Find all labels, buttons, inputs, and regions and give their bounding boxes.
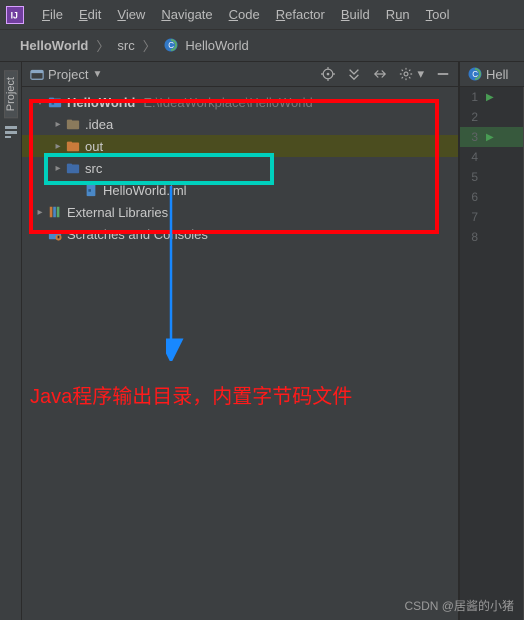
source-folder-icon — [66, 161, 80, 175]
gear-icon[interactable] — [399, 67, 413, 81]
expand-icon[interactable] — [347, 67, 361, 81]
tree-ext-label: External Libraries — [67, 205, 168, 220]
svg-text:C: C — [168, 41, 174, 50]
crumb-project[interactable]: HelloWorld — [14, 36, 94, 55]
chevron-right-icon[interactable]: ▸ — [34, 207, 46, 218]
menu-tools[interactable]: Tool — [418, 3, 458, 26]
project-pane: Project ▼ ▾ ▾ HelloWorld E:\IdeaWorkplac… — [22, 62, 459, 620]
chevron-right-icon[interactable]: ▸ — [52, 163, 64, 174]
scratches-icon — [48, 227, 62, 241]
tree-out-label: out — [85, 139, 103, 154]
gear-dropdown-icon[interactable]: ▾ — [417, 66, 424, 82]
project-pane-title[interactable]: Project — [48, 67, 88, 82]
class-icon: C — [164, 38, 178, 52]
line-number: 5 — [460, 170, 486, 184]
line-number: 3 — [460, 130, 486, 144]
gutter-row[interactable]: 1▶ — [460, 87, 523, 107]
module-file-icon — [84, 183, 98, 197]
dropdown-icon[interactable]: ▼ — [92, 69, 102, 80]
editor-tab[interactable]: C Hell — [460, 62, 524, 87]
editor-gutter[interactable]: 1▶23▶45678 — [460, 87, 524, 620]
gutter-row[interactable]: 7 — [460, 207, 523, 227]
gutter-row[interactable]: 3▶ — [460, 127, 523, 147]
menu-build[interactable]: Build — [333, 3, 378, 26]
tree-root[interactable]: ▾ HelloWorld E:\IdeaWorkplace\HelloWorld — [22, 91, 458, 113]
svg-text:IJ: IJ — [11, 10, 18, 20]
chevron-down-icon[interactable]: ▾ — [34, 97, 46, 108]
project-tree[interactable]: ▾ HelloWorld E:\IdeaWorkplace\HelloWorld… — [22, 87, 458, 249]
app-icon: IJ — [6, 6, 24, 24]
tree-out[interactable]: ▸ out — [22, 135, 458, 157]
tree-src[interactable]: ▸ src — [22, 157, 458, 179]
menu-run[interactable]: Run — [378, 3, 418, 26]
class-icon: C — [468, 67, 482, 81]
structure-icon[interactable] — [3, 124, 19, 140]
line-number: 2 — [460, 110, 486, 124]
folder-icon — [66, 117, 80, 131]
line-number: 8 — [460, 230, 486, 244]
tree-root-path: E:\IdeaWorkplace\HelloWorld — [143, 95, 312, 110]
project-pane-header: Project ▼ ▾ — [22, 62, 458, 87]
tool-stripe-left: Project — [0, 62, 22, 620]
tree-root-label: HelloWorld — [67, 95, 135, 110]
chevron-right-icon[interactable]: ▸ — [52, 119, 64, 130]
run-gutter-icon[interactable]: ▶ — [486, 92, 496, 103]
run-gutter-icon[interactable]: ▶ — [486, 132, 496, 143]
tree-iml-label: HelloWorld.iml — [103, 183, 187, 198]
gutter-row[interactable]: 5 — [460, 167, 523, 187]
line-number: 6 — [460, 190, 486, 204]
module-icon — [48, 95, 62, 109]
editor-tab-label: Hell — [486, 67, 508, 82]
tree-scratch-label: Scratches and Consoles — [67, 227, 208, 242]
menu-view[interactable]: View — [109, 3, 153, 26]
chevron-right-icon: 〉 — [143, 36, 156, 55]
crumb-src[interactable]: src — [111, 36, 140, 55]
svg-text:C: C — [472, 70, 478, 79]
tree-iml[interactable]: HelloWorld.iml — [22, 179, 458, 201]
annotation-text: Java程序输出目录，内置字节码文件 — [30, 380, 352, 409]
pane-toolbar: ▾ — [321, 66, 450, 82]
menu-navigate[interactable]: Navigate — [153, 3, 220, 26]
menubar: IJ File Edit View Navigate Code Refactor… — [0, 0, 524, 30]
line-number: 7 — [460, 210, 486, 224]
menu-code[interactable]: Code — [221, 3, 268, 26]
watermark: CSDN @居酱的小猪 — [404, 597, 514, 614]
workspace: Project Project ▼ ▾ ▾ HelloWorld — [0, 62, 524, 620]
target-icon[interactable] — [321, 67, 335, 81]
tree-idea-label: .idea — [85, 117, 113, 132]
line-number: 1 — [460, 90, 486, 104]
tree-external-libraries[interactable]: ▸ External Libraries — [22, 201, 458, 223]
collapse-icon[interactable] — [373, 67, 387, 81]
tree-src-label: src — [85, 161, 102, 176]
chevron-right-icon[interactable]: ▸ — [52, 141, 64, 152]
editor: C Hell 1▶23▶45678 — [459, 62, 524, 620]
line-number: 4 — [460, 150, 486, 164]
crumb-class[interactable]: C HelloWorld — [158, 36, 255, 55]
stripe-project-button[interactable]: Project — [4, 70, 18, 118]
tree-scratches[interactable]: Scratches and Consoles — [22, 223, 458, 245]
project-pane-icon — [30, 67, 44, 81]
gutter-row[interactable]: 6 — [460, 187, 523, 207]
folder-icon — [66, 139, 80, 153]
libraries-icon — [48, 205, 62, 219]
gutter-row[interactable]: 4 — [460, 147, 523, 167]
chevron-right-icon: 〉 — [96, 36, 109, 55]
breadcrumb-bar: HelloWorld 〉 src 〉 C HelloWorld — [0, 30, 524, 62]
gutter-row[interactable]: 2 — [460, 107, 523, 127]
menu-refactor[interactable]: Refactor — [268, 3, 333, 26]
gutter-row[interactable]: 8 — [460, 227, 523, 247]
menu-edit[interactable]: Edit — [71, 3, 109, 26]
tree-idea[interactable]: ▸ .idea — [22, 113, 458, 135]
menu-file[interactable]: File — [34, 3, 71, 26]
hide-icon[interactable] — [436, 67, 450, 81]
